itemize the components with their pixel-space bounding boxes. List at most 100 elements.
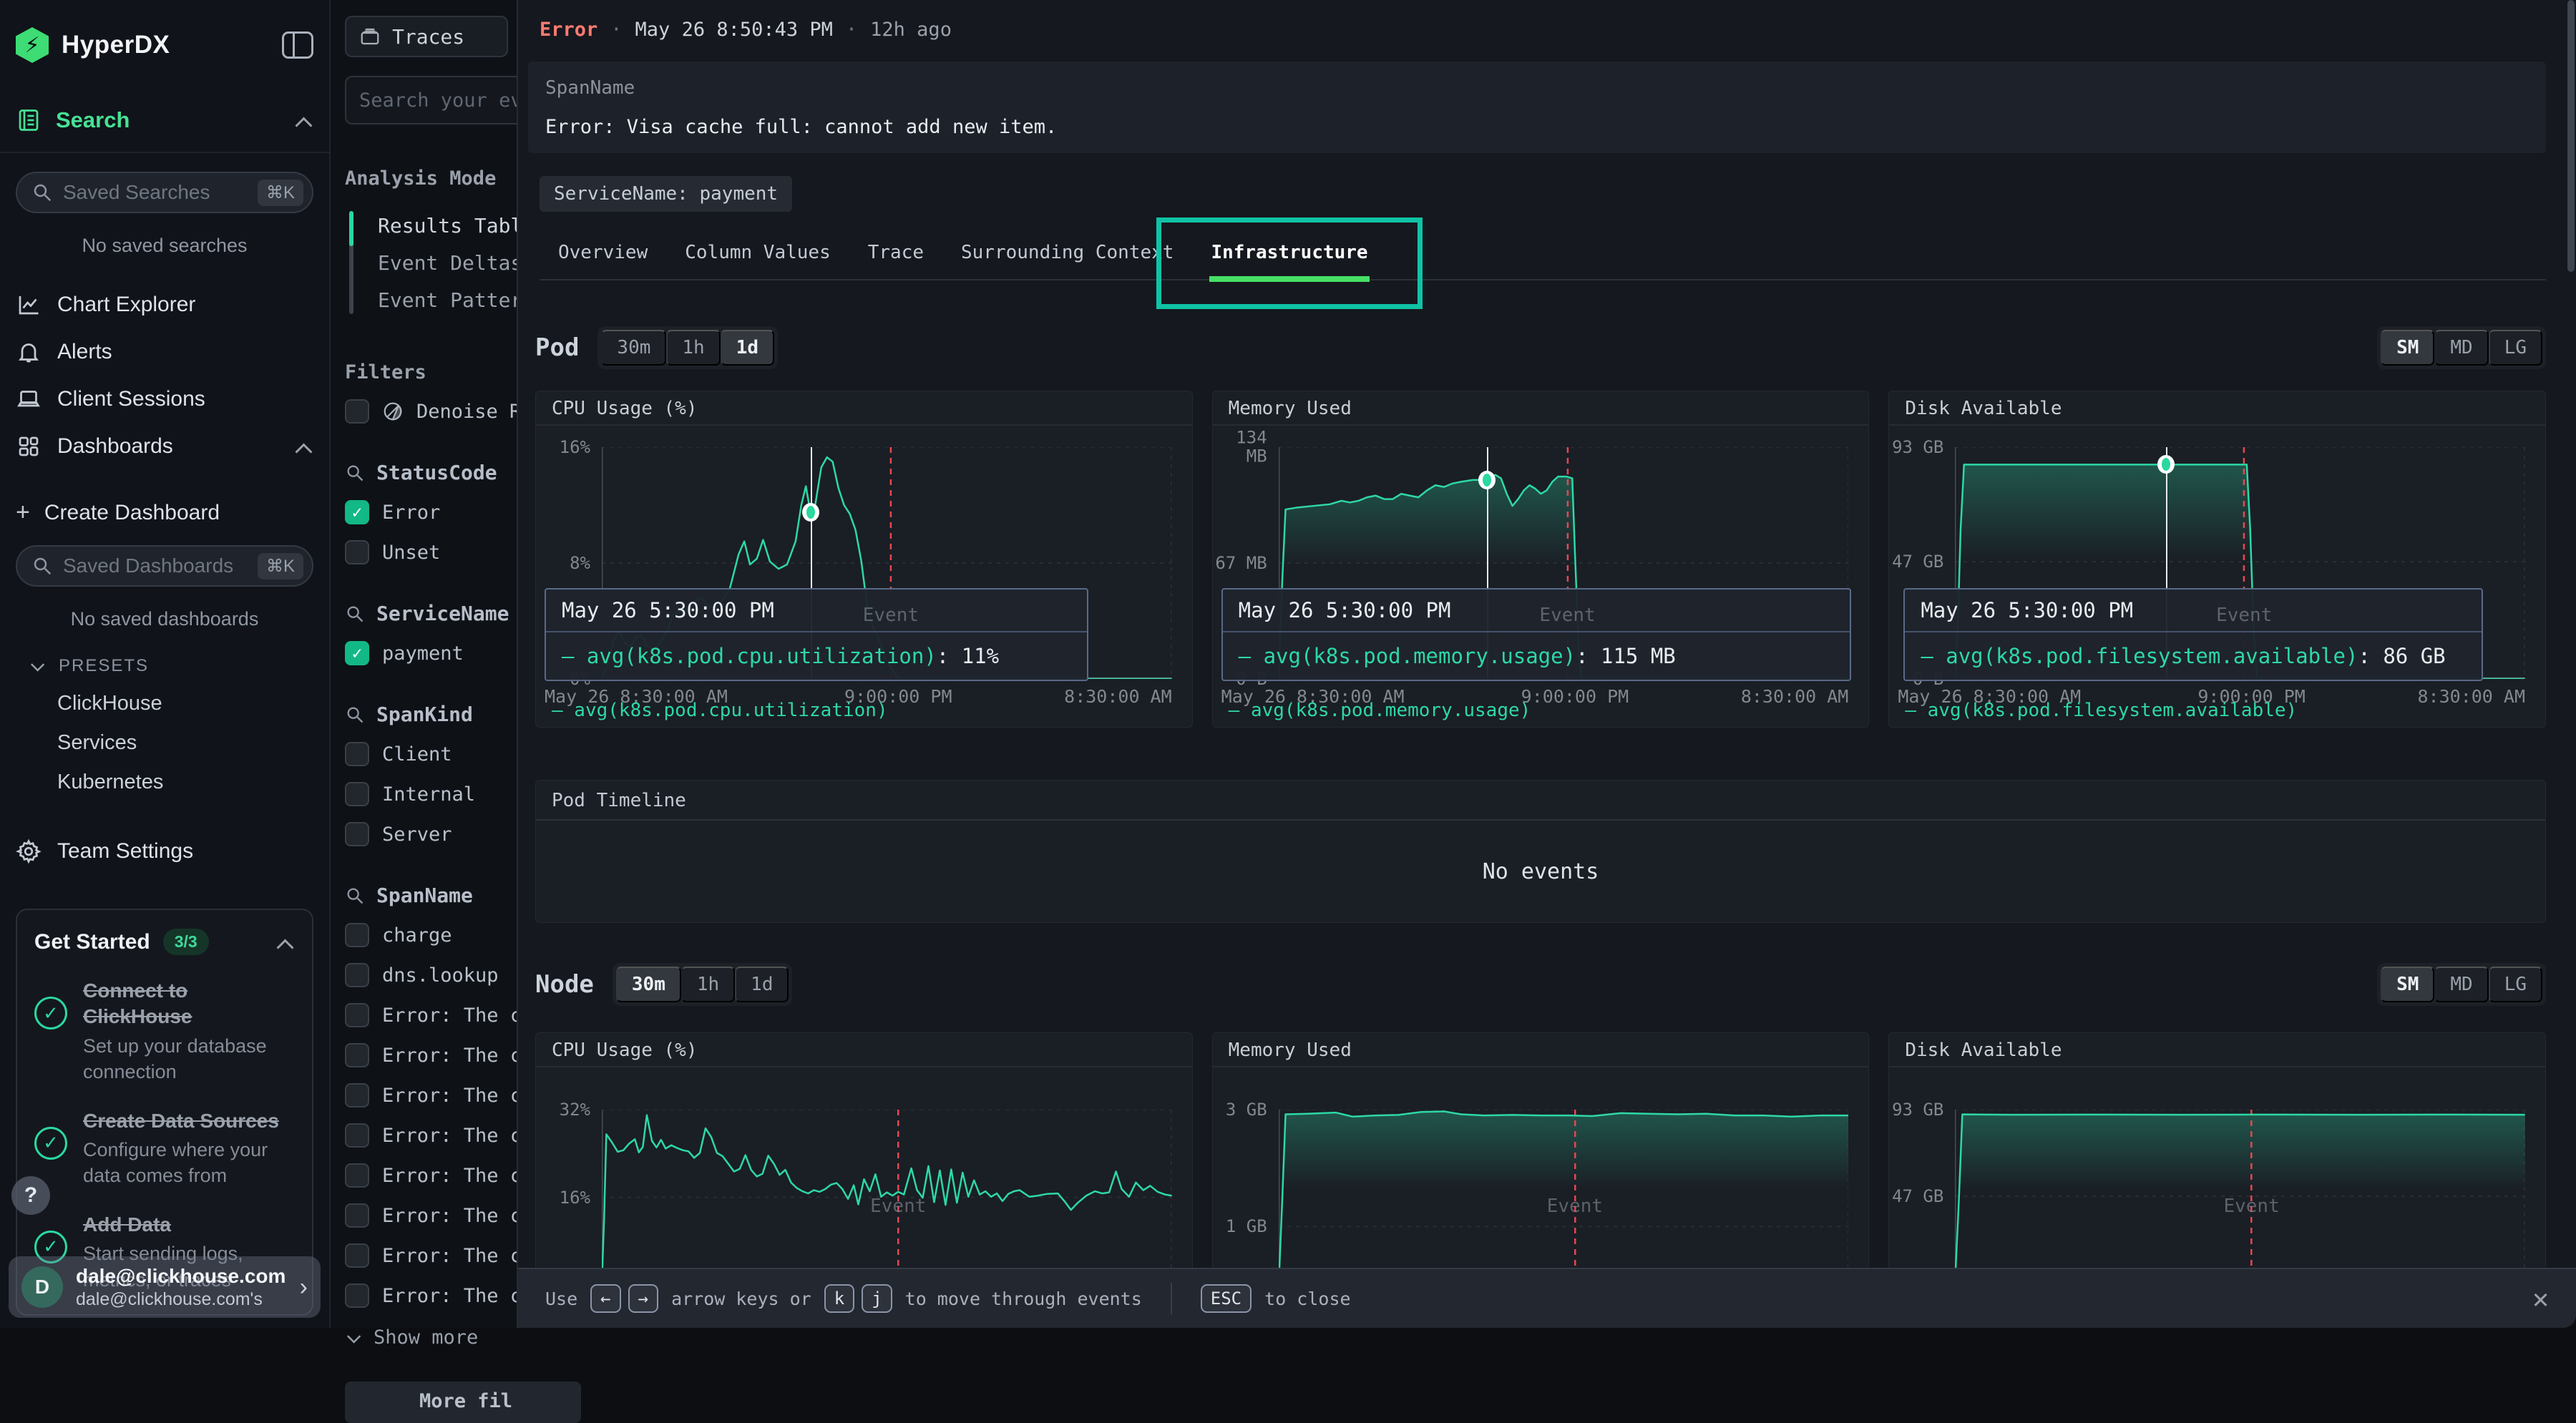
check-circle-icon: ✓ [34, 1127, 67, 1160]
chart-plot: Event [1279, 1110, 1849, 1285]
filter-option-label: Error: The cr [382, 1205, 533, 1227]
get-started-item-desc: Set up your database connection [83, 1033, 295, 1085]
chevron-up-icon[interactable] [276, 933, 295, 952]
checkbox[interactable] [345, 1083, 369, 1107]
chevron-up-icon [295, 437, 313, 456]
tab-column-values[interactable]: Column Values [666, 228, 849, 279]
x-tick-label: 8:30:00 AM [1741, 686, 1849, 707]
pod-range-1h[interactable]: 1h [666, 330, 720, 366]
service-name-tag[interactable]: ServiceName: payment [540, 176, 792, 212]
source-select-value: Traces [392, 25, 464, 49]
get-started-item-text: Connect to ClickHouseSet up your databas… [83, 978, 295, 1085]
denoise-icon [382, 401, 404, 422]
hover-marker [1478, 471, 1496, 489]
saved-searches-input[interactable]: Saved Searches ⌘K [16, 172, 313, 213]
node-range-1h[interactable]: 1h [681, 967, 735, 1002]
tab-overview[interactable]: Overview [540, 228, 666, 279]
footer-text: Use [545, 1288, 577, 1309]
sidebar-item-alerts[interactable]: Alerts [16, 328, 313, 376]
presets-toggle[interactable]: PRESETS [16, 656, 313, 676]
source-select[interactable]: Traces [345, 16, 508, 57]
get-started-item[interactable]: ✓Connect to ClickHouseSet up your databa… [34, 978, 295, 1085]
y-tick-label: 16% [536, 438, 590, 456]
node-range-30m[interactable]: 30m [616, 967, 681, 1002]
tooltip-timestamp: May 26 5:30:00 PM [1223, 590, 1850, 632]
help-button[interactable]: ? [11, 1176, 50, 1215]
pod-range-1d[interactable]: 1d [721, 330, 774, 366]
tooltip-series-name: — avg(k8s.pod.memory.usage) [1239, 644, 1576, 668]
checkbox[interactable] [345, 399, 369, 424]
checkbox[interactable] [345, 1003, 369, 1027]
checkbox[interactable]: ✓ [345, 500, 369, 524]
search-icon[interactable] [345, 886, 365, 906]
create-dashboard-button[interactable]: + Create Dashboard [16, 499, 313, 527]
bell-icon [16, 339, 42, 365]
separator: · [846, 19, 857, 41]
team-settings-label: Team Settings [57, 839, 193, 864]
app-title: HyperDX [62, 31, 170, 59]
user-email: dale@clickhouse.com [76, 1264, 286, 1288]
sidebar-item-search[interactable]: Search [16, 107, 313, 133]
checkbox[interactable]: ✓ [345, 641, 369, 665]
pod-range-30m[interactable]: 30m [601, 330, 666, 366]
chevron-up-icon[interactable] [295, 111, 313, 129]
checkbox[interactable] [345, 1163, 369, 1188]
chart-body: 93 GB47 GB0 BEventMay 26 8:30:00 AM9:00:… [1889, 427, 2545, 727]
search-icon[interactable] [345, 604, 365, 624]
active-tab-underline [1209, 276, 1369, 282]
sidebar-item-client-sessions[interactable]: Client Sessions [16, 376, 313, 423]
checkbox[interactable] [345, 1043, 369, 1067]
pod-size-sm[interactable]: SM [2381, 330, 2434, 366]
search-icon[interactable] [345, 705, 365, 725]
search-icon[interactable] [345, 463, 365, 483]
tooltip-timestamp: May 26 5:30:00 PM [546, 590, 1087, 632]
more-filters-button[interactable]: More fil [345, 1382, 581, 1423]
checkbox[interactable] [345, 742, 369, 766]
pod-size-lg[interactable]: LG [2489, 330, 2542, 366]
filter-option-label: Error: The cr [382, 1045, 533, 1067]
checkbox[interactable] [345, 540, 369, 564]
filter-option-label: Error: The cr [382, 1085, 533, 1107]
close-icon[interactable]: ✕ [2532, 1283, 2549, 1314]
x-tick-label: 8:30:00 AM [2417, 686, 2525, 707]
preset-item-clickhouse[interactable]: ClickHouse [16, 692, 313, 715]
node-size-sm[interactable]: SM [2381, 967, 2434, 1002]
sidebar-item-chart-explorer[interactable]: Chart Explorer [16, 281, 313, 328]
chart-legend: — avg(k8s.pod.cpu.utilization) [552, 700, 888, 721]
checkbox[interactable] [345, 1123, 369, 1148]
checkbox[interactable] [345, 822, 369, 846]
scrollbar-thumb[interactable] [2567, 0, 2575, 272]
chevron-right-icon: › [300, 1273, 308, 1301]
checkbox[interactable] [345, 923, 369, 947]
y-tick-label: 32% [536, 1100, 590, 1119]
sidebar-item-dashboards[interactable]: Dashboards [16, 423, 313, 470]
saved-dashboards-input[interactable]: Saved Dashboards ⌘K [16, 545, 313, 587]
pod-timeline-empty: No events [536, 821, 2545, 922]
node-size-lg[interactable]: LG [2489, 967, 2542, 1002]
tooltip-series-name: — avg(k8s.pod.cpu.utilization) [562, 644, 937, 668]
checkbox[interactable] [345, 782, 369, 806]
checkbox[interactable] [345, 1283, 369, 1308]
pod-size-md[interactable]: MD [2434, 330, 2488, 366]
tab-trace[interactable]: Trace [849, 228, 942, 279]
archive-box-icon [359, 26, 381, 47]
node-size-md[interactable]: MD [2434, 967, 2488, 1002]
checkbox[interactable] [345, 1203, 369, 1228]
y-tick-label: 16% [536, 1188, 590, 1206]
chart-icon [16, 292, 42, 318]
checkbox[interactable] [345, 963, 369, 987]
show-more-toggle[interactable]: Show more [345, 1326, 560, 1349]
user-menu[interactable]: D dale@clickhouse.com dale@clickhouse.co… [9, 1256, 321, 1318]
preset-item-kubernetes[interactable]: Kubernetes [16, 771, 313, 794]
event-line-label: Event [1547, 1195, 1603, 1217]
sidebar-item-team-settings[interactable]: Team Settings [16, 838, 313, 864]
tab-infrastructure[interactable]: Infrastructure [1192, 228, 1386, 279]
preset-item-services[interactable]: Services [16, 731, 313, 755]
get-started-item[interactable]: ✓Create Data SourcesConfigure where your… [34, 1108, 295, 1189]
tab-surrounding-context[interactable]: Surrounding Context [942, 228, 1192, 279]
node-range-1d[interactable]: 1d [735, 967, 789, 1002]
sidebar-collapse-icon[interactable] [282, 31, 313, 59]
x-tick-label: 9:00:00 PM [1521, 686, 1629, 707]
checkbox[interactable] [345, 1243, 369, 1268]
chart-body: 134 MB67 MB0 BEventMay 26 8:30:00 AM9:00… [1213, 427, 1869, 727]
